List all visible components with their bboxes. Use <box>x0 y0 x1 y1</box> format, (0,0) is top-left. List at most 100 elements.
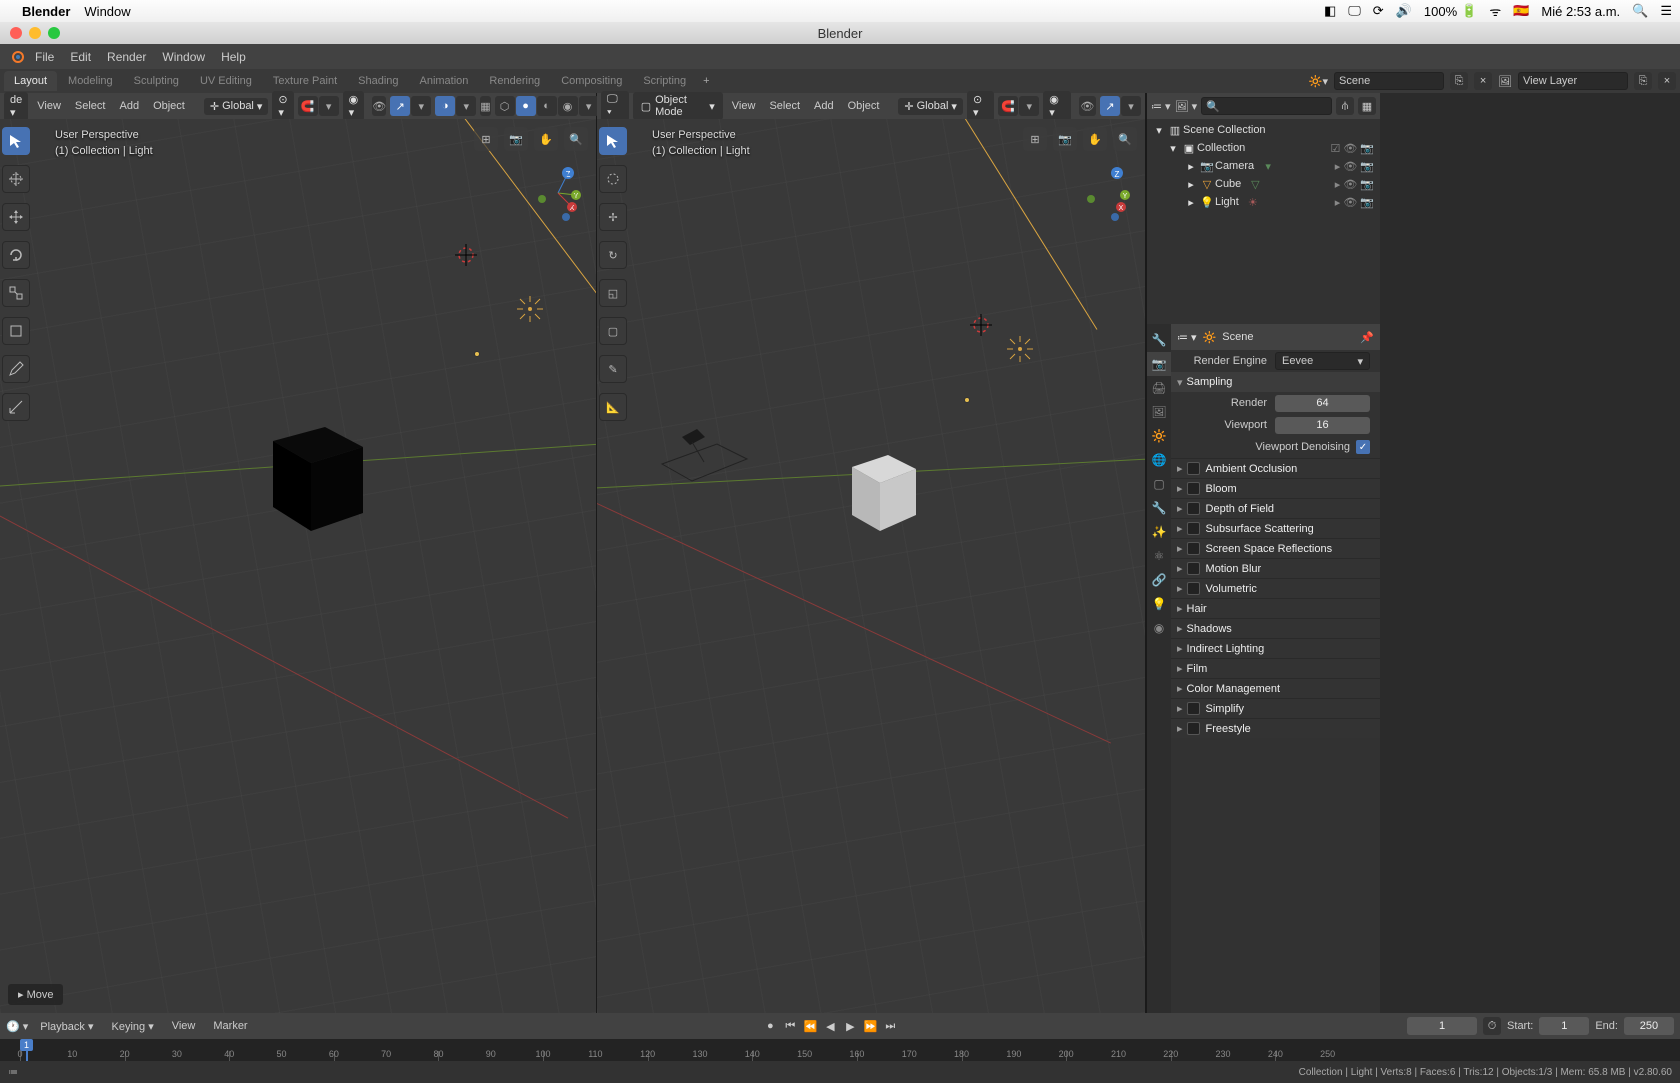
jump-start-button[interactable]: ⏮ <box>781 1017 799 1035</box>
tool-measure[interactable] <box>2 393 30 421</box>
nav-zoom-icon[interactable]: ⊞ <box>1023 127 1047 151</box>
render-samples-field[interactable]: 64 <box>1275 395 1370 412</box>
camera-object[interactable] <box>657 429 757 489</box>
ptab-constraints[interactable]: 🔗 <box>1147 568 1171 592</box>
snap-toggle[interactable]: 🧲 <box>998 96 1018 116</box>
tool-transform[interactable]: ▢ <box>599 317 627 345</box>
vp-menu-add[interactable]: Add <box>114 97 144 115</box>
tool-annotate[interactable] <box>2 355 30 383</box>
panel-checkbox[interactable] <box>1187 702 1200 715</box>
outliner-filter[interactable]: ⫛ <box>1336 97 1354 115</box>
pin-icon[interactable]: 📌 <box>1360 331 1374 344</box>
editor-type-dropdown[interactable]: 🖵 ▾ <box>601 91 629 121</box>
panel-freestyle[interactable]: ▸Freestyle <box>1171 718 1380 738</box>
viewlayer-field[interactable]: View Layer <box>1518 72 1628 90</box>
nav-zoom2-icon[interactable]: 🔍 <box>564 127 588 151</box>
frame-range-icon[interactable]: ⏱ <box>1483 1017 1501 1035</box>
ptab-data[interactable]: 💡 <box>1147 592 1171 616</box>
ptab-tool[interactable]: 🔧 <box>1147 328 1171 352</box>
tab-compositing[interactable]: Compositing <box>551 71 632 91</box>
play-reverse-button[interactable]: ◀ <box>821 1017 839 1035</box>
orientation-gizmo[interactable]: ZYX <box>1067 159 1131 223</box>
overlays-toggle[interactable]: ◑ <box>435 96 455 116</box>
outliner-editor-type[interactable]: ≔ ▾ <box>1151 100 1171 113</box>
keyframe-prev-button[interactable]: ⏪ <box>801 1017 819 1035</box>
shading-solid[interactable]: ● <box>516 96 536 116</box>
disable-icon[interactable]: 📷 <box>1360 160 1374 173</box>
panel-screen-space-reflections[interactable]: ▸Screen Space Reflections <box>1171 538 1380 558</box>
snap-toggle[interactable]: 🧲 <box>298 96 318 116</box>
overlays-options[interactable]: ▾ <box>456 96 476 116</box>
pivot-dropdown[interactable]: ⊙ ▾ <box>272 91 293 121</box>
vp-menu-view[interactable]: View <box>727 97 761 115</box>
outliner-tree[interactable]: ▾▥Scene Collection ▾▣Collection ☑👁📷 ▸📷Ca… <box>1147 119 1380 324</box>
play-button[interactable]: ▶ <box>841 1017 859 1035</box>
select-icon[interactable]: ▸ <box>1335 160 1341 173</box>
select-icon[interactable]: ▸ <box>1335 178 1341 191</box>
ptab-output[interactable]: 🖨 <box>1147 376 1171 400</box>
orientation-dropdown[interactable]: ✛ Global ▾ <box>204 98 269 115</box>
panel-motion-blur[interactable]: ▸Motion Blur <box>1171 558 1380 578</box>
gizmo-toggle[interactable]: ↗ <box>1100 96 1120 116</box>
current-frame-field[interactable]: 1 <box>1407 1017 1477 1035</box>
hide-icon[interactable]: 👁 <box>1343 142 1357 155</box>
orientation-dropdown[interactable]: ✛ Global ▾ <box>898 98 963 115</box>
tab-rendering[interactable]: Rendering <box>479 71 550 91</box>
ptab-object[interactable]: ▢ <box>1147 472 1171 496</box>
gizmo-options[interactable]: ▾ <box>1121 96 1141 116</box>
shading-wireframe[interactable]: ⬡ <box>495 96 515 116</box>
timeline-marker-menu[interactable]: Marker <box>207 1018 253 1034</box>
timeline-keying-menu[interactable]: Keying ▾ <box>106 1018 160 1035</box>
disable-icon[interactable]: 📷 <box>1360 178 1374 191</box>
timeline-playback-menu[interactable]: Playback ▾ <box>34 1018 99 1035</box>
scene-name-field[interactable]: Scene <box>1334 72 1444 90</box>
outliner-search[interactable]: 🔍 <box>1201 97 1332 115</box>
menu-help[interactable]: Help <box>214 47 253 67</box>
ptab-world[interactable]: 🌐 <box>1147 448 1171 472</box>
render-engine-dropdown[interactable]: Eevee▾ <box>1275 352 1370 370</box>
gizmo-options[interactable]: ▾ <box>411 96 431 116</box>
orientation-gizmo[interactable]: ZYX <box>518 159 582 223</box>
tree-item-light[interactable]: ▸💡Light☀ ▸👁📷 <box>1149 193 1378 211</box>
vp-menu-select[interactable]: Select <box>764 97 805 115</box>
panel-checkbox[interactable] <box>1187 522 1200 535</box>
panel-sampling[interactable]: ▾Sampling <box>1171 372 1380 392</box>
nav-camera-icon[interactable]: 📷 <box>1053 127 1077 151</box>
hide-icon[interactable]: 👁 <box>1343 196 1357 209</box>
nav-pan-icon[interactable]: ✋ <box>534 127 558 151</box>
viewport-body-left[interactable]: User Perspective (1) Collection | Light … <box>0 119 596 1013</box>
panel-checkbox[interactable] <box>1187 562 1200 575</box>
panel-simplify[interactable]: ▸Simplify <box>1171 698 1380 718</box>
mode-dropdown[interactable]: ▢ Object Mode ▾ <box>633 92 723 120</box>
panel-checkbox[interactable] <box>1187 582 1200 595</box>
timeline-view-menu[interactable]: View <box>166 1018 202 1034</box>
start-frame-field[interactable]: 1 <box>1539 1017 1589 1035</box>
delete-viewlayer-button[interactable]: × <box>1658 72 1676 90</box>
tab-animation[interactable]: Animation <box>410 71 479 91</box>
timeline-editor-type[interactable]: 🕐 ▾ <box>6 1020 28 1033</box>
tab-scripting[interactable]: Scripting <box>633 71 696 91</box>
tool-select-box[interactable] <box>599 127 627 155</box>
new-viewlayer-button[interactable]: ⎘ <box>1634 72 1652 90</box>
cube-object-left[interactable] <box>263 419 353 519</box>
menu-extras-icon[interactable]: ☰ <box>1660 3 1672 19</box>
vp-menu-select[interactable]: Select <box>70 97 111 115</box>
ptab-particles[interactable]: ✨ <box>1147 520 1171 544</box>
vp-menu-object[interactable]: Object <box>843 97 885 115</box>
nav-zoom2-icon[interactable]: 🔍 <box>1113 127 1137 151</box>
hide-icon[interactable]: 👁 <box>1343 178 1357 191</box>
viewport-denoising-checkbox[interactable]: ✓ <box>1356 440 1370 454</box>
panel-volumetric[interactable]: ▸Volumetric <box>1171 578 1380 598</box>
ptab-scene[interactable]: 🔆 <box>1147 424 1171 448</box>
proportional-edit-dropdown[interactable]: ◉ ▾ <box>1043 91 1071 121</box>
delete-scene-button[interactable]: × <box>1474 72 1492 90</box>
menu-render[interactable]: Render <box>100 47 153 67</box>
tree-scene-collection[interactable]: ▾▥Scene Collection <box>1149 121 1378 139</box>
panel-shadows[interactable]: ▸Shadows <box>1171 618 1380 638</box>
tool-cursor[interactable] <box>2 165 30 193</box>
panel-film[interactable]: ▸Film <box>1171 658 1380 678</box>
tool-scale[interactable] <box>2 279 30 307</box>
panel-hair[interactable]: ▸Hair <box>1171 598 1380 618</box>
shading-lookdev[interactable]: ◐ <box>537 96 557 116</box>
menu-window[interactable]: Window <box>155 47 212 67</box>
